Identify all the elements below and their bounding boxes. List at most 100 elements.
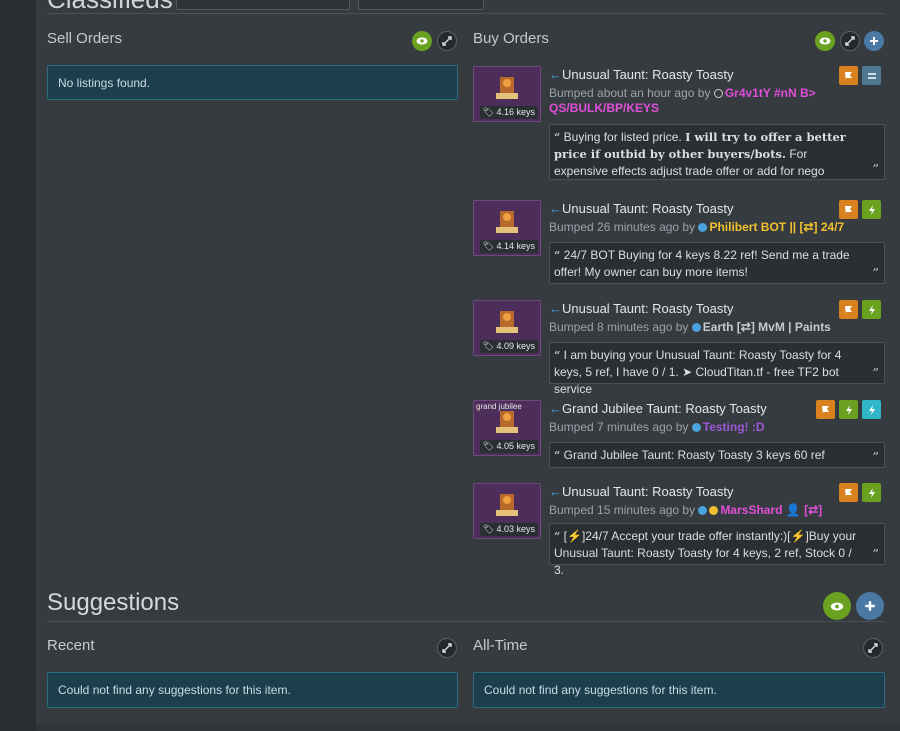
- message-text: [⚡]24/7 Accept your trade offer instantl…: [554, 529, 857, 577]
- item-thumbnail[interactable]: 🏷 4.16 keys: [473, 66, 541, 122]
- sell-expand-button[interactable]: [437, 31, 457, 51]
- sell-visibility-button[interactable]: [412, 31, 432, 51]
- report-flag-button[interactable]: [839, 200, 858, 219]
- taunt-item-icon: [496, 211, 518, 233]
- listing-title[interactable]: ←Unusual Taunt: Roasty Toasty: [549, 484, 734, 499]
- arrow-left-icon: ←: [549, 484, 562, 499]
- listing-item-name: Unusual Taunt: Roasty Toasty: [562, 484, 734, 499]
- status-dot-icon: [698, 506, 708, 515]
- listing-actions: [839, 66, 881, 85]
- listing-meta: Bumped 15 minutes ago by MarsShard 👤 [⇄]: [549, 503, 869, 518]
- exchange-icon: [867, 72, 876, 79]
- listing-user[interactable]: Earth [⇄] MvM | Paints: [703, 320, 831, 334]
- instant-trade-button[interactable]: [862, 300, 881, 319]
- message-text: 24/7 BOT Buying for 4 keys 8.22 ref! Sen…: [554, 248, 850, 279]
- listing-actions: [839, 300, 881, 319]
- instant-trade-button[interactable]: [839, 400, 858, 419]
- flag-icon: [844, 71, 852, 81]
- price-value: 4.16 keys: [496, 107, 535, 117]
- user-badge-icon: 👤: [785, 503, 801, 517]
- buy-orders-label: Buy Orders: [473, 30, 549, 47]
- listing-user[interactable]: MarsShard: [720, 503, 782, 517]
- buy-expand-button[interactable]: [840, 31, 860, 51]
- report-flag-button[interactable]: [816, 400, 835, 419]
- listing-meta: Bumped 7 minutes ago by Testing! :D: [549, 420, 869, 435]
- report-flag-button[interactable]: [839, 483, 858, 502]
- listing-title[interactable]: ←Grand Jubilee Taunt: Roasty Toasty: [549, 401, 767, 416]
- eye-icon: [819, 37, 831, 45]
- quote-open-icon: “: [554, 131, 561, 144]
- eye-icon: [830, 602, 844, 610]
- listing-meta: Bumped 26 minutes ago by Philibert BOT |…: [549, 220, 869, 235]
- status-dot-icon: [698, 223, 708, 232]
- flag-icon: [821, 405, 829, 415]
- report-flag-button[interactable]: [839, 300, 858, 319]
- quote-close-icon: ”: [872, 266, 879, 279]
- flag-icon: [844, 488, 852, 498]
- listing-actions: [839, 483, 881, 502]
- expand-icon: [442, 643, 452, 653]
- quote-close-icon: ”: [872, 366, 879, 379]
- message-text: Buying for listed price.: [563, 130, 682, 144]
- suggestions-title: Suggestions: [47, 589, 180, 616]
- left-edge: [0, 0, 36, 731]
- filter-input[interactable]: [176, 0, 350, 10]
- report-flag-button[interactable]: [839, 66, 858, 85]
- plus-icon: [865, 601, 875, 611]
- expand-icon: [845, 36, 855, 46]
- suggestions-add-button[interactable]: [856, 592, 884, 620]
- alltime-expand-button[interactable]: [863, 638, 883, 658]
- item-thumbnail[interactable]: 🏷 4.03 keys: [473, 483, 541, 539]
- buy-listing[interactable]: 🏷 4.16 keys ←Unusual Taunt: Roasty Toast…: [473, 66, 885, 186]
- buy-listing[interactable]: 🏷 4.03 keys ←Unusual Taunt: Roasty Toast…: [473, 483, 885, 577]
- quote-open-icon: “: [554, 449, 561, 462]
- buy-listing[interactable]: 🏷 4.09 keys ←Unusual Taunt: Roasty Toast…: [473, 300, 885, 396]
- listing-actions: [816, 400, 881, 419]
- bumped-text: Bumped 26 minutes ago by: [549, 220, 696, 234]
- recent-expand-button[interactable]: [437, 638, 457, 658]
- eye-icon: [416, 37, 428, 45]
- listing-message: “ Grand Jubilee Taunt: Roasty Toasty 3 k…: [549, 442, 885, 468]
- listing-title[interactable]: ←Unusual Taunt: Roasty Toasty: [549, 201, 734, 216]
- flag-icon: [844, 205, 852, 215]
- status-dot-icon: [713, 89, 723, 98]
- instant-trade-button[interactable]: [862, 200, 881, 219]
- trade-button[interactable]: [862, 66, 881, 85]
- price-value: 4.09 keys: [496, 341, 535, 351]
- lightning-icon: [868, 404, 875, 415]
- bumped-text: Bumped about an hour ago by: [549, 86, 711, 100]
- item-thumbnail[interactable]: 🏷 4.09 keys: [473, 300, 541, 356]
- header-rule: [47, 13, 885, 14]
- message-text: Grand Jubilee Taunt: Roasty Toasty 3 key…: [563, 448, 825, 462]
- filter-select[interactable]: [358, 0, 484, 10]
- listing-user[interactable]: Testing! :D: [703, 420, 765, 434]
- taunt-item-icon: [496, 311, 518, 333]
- listing-user[interactable]: Philibert BOT || [⇄] 24/7: [709, 220, 844, 234]
- price-tag: 🏷 4.09 keys: [479, 340, 538, 353]
- item-thumbnail[interactable]: 🏷 4.14 keys: [473, 200, 541, 256]
- buy-visibility-button[interactable]: [815, 31, 835, 51]
- sell-orders-label: Sell Orders: [47, 30, 123, 47]
- bottom-edge: [36, 724, 900, 731]
- bumped-text: Bumped 8 minutes ago by: [549, 320, 689, 334]
- taunt-item-icon: [496, 411, 518, 433]
- suggestions-visibility-button[interactable]: [823, 592, 851, 620]
- taunt-item-icon: [496, 77, 518, 99]
- quote-close-icon: ”: [872, 162, 879, 175]
- alltime-label: All-Time: [473, 637, 528, 654]
- bumped-text: Bumped 15 minutes ago by: [549, 503, 696, 517]
- listing-title[interactable]: ←Unusual Taunt: Roasty Toasty: [549, 301, 734, 316]
- quote-open-icon: “: [554, 349, 561, 362]
- buy-add-button[interactable]: [864, 31, 884, 51]
- bumped-text: Bumped 7 minutes ago by: [549, 420, 689, 434]
- quote-open-icon: “: [554, 249, 561, 262]
- instant-trade-button[interactable]: [862, 483, 881, 502]
- buy-listing[interactable]: 🏷 4.14 keys ←Unusual Taunt: Roasty Toast…: [473, 200, 885, 290]
- suggestions-rule: [47, 621, 885, 622]
- listing-title[interactable]: ←Unusual Taunt: Roasty Toasty: [549, 67, 734, 82]
- item-thumbnail[interactable]: grand jubilee 🏷 4.05 keys: [473, 400, 541, 456]
- price-tag: 🏷 4.16 keys: [479, 106, 538, 119]
- buy-listing[interactable]: grand jubilee 🏷 4.05 keys ←Grand Jubilee…: [473, 400, 885, 472]
- expand-icon: [442, 36, 452, 46]
- instant-buy-button[interactable]: [862, 400, 881, 419]
